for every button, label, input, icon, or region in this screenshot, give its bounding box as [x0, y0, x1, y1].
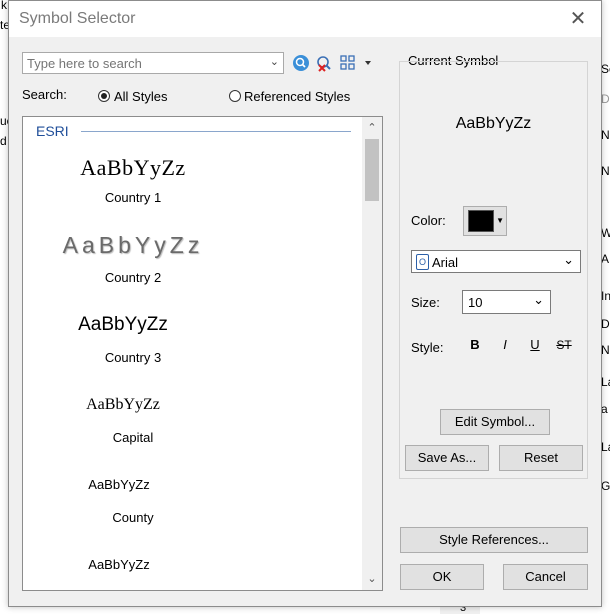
symbol-name: Country 2	[104, 270, 162, 285]
chevron-down-icon: ▼	[496, 216, 504, 225]
symbol-list[interactable]: ESRI AaBbYyZz Country 1 AaBbYyZz Country…	[22, 116, 383, 591]
underline-button[interactable]: U	[523, 333, 547, 357]
style-label: Style:	[411, 340, 444, 355]
view-options-icon[interactable]	[340, 55, 374, 71]
background-text-fragment: La	[601, 375, 610, 389]
referenced-styles-radio[interactable]	[229, 90, 241, 102]
all-styles-radio[interactable]	[98, 90, 110, 102]
clear-search-icon[interactable]	[315, 54, 333, 72]
symbol-name: Country 3	[104, 350, 162, 365]
scrollbar-thumb[interactable]	[365, 139, 379, 201]
color-swatch	[468, 210, 494, 232]
size-label: Size:	[411, 295, 440, 310]
all-styles-label[interactable]: All Styles	[114, 89, 167, 104]
list-item[interactable]: AaBbYyZz County	[23, 467, 363, 537]
background-text-fragment: Di	[601, 92, 610, 106]
edit-symbol-button[interactable]: Edit Symbol...	[440, 409, 550, 435]
background-text-fragment: Sc	[601, 62, 610, 76]
reset-button[interactable]: Reset	[499, 445, 583, 471]
chevron-down-icon[interactable]: ⌄	[270, 55, 279, 68]
color-picker[interactable]: ▼	[463, 206, 507, 236]
ok-button[interactable]: OK	[400, 564, 484, 590]
italic-button[interactable]: I	[493, 333, 517, 357]
list-scrollbar[interactable]: ⌃ ⌄	[362, 117, 382, 590]
symbol-name: Capital	[112, 430, 154, 445]
symbol-selector-dialog: Symbol Selector ✕ ⌄ Search: All	[8, 0, 602, 607]
size-select[interactable]: 10 ⌄	[462, 290, 551, 314]
symbol-preview: AaBbYyZz	[62, 232, 204, 258]
cancel-button[interactable]: Cancel	[503, 564, 588, 590]
style-group-label: ESRI	[36, 123, 69, 139]
background-text-fragment: Ga	[601, 479, 610, 493]
background-text-fragment: a	[601, 402, 608, 416]
background-text-fragment: A	[601, 252, 610, 266]
background-text-fragment: N	[601, 343, 610, 357]
symbol-preview: AaBbYyZz	[78, 314, 168, 335]
chevron-down-icon: ⌄	[533, 292, 544, 307]
background-text-fragment: Nu	[601, 164, 610, 178]
color-label: Color:	[411, 213, 446, 228]
search-label: Search:	[22, 87, 67, 102]
save-as-button[interactable]: Save As...	[405, 445, 489, 471]
symbol-preview: AaBbYyZz	[88, 477, 150, 492]
title-bar: Symbol Selector ✕	[9, 1, 601, 37]
background-text-fragment: Di	[601, 317, 610, 331]
search-combobox[interactable]: ⌄	[22, 52, 284, 74]
background-text-fragment: d	[0, 134, 7, 148]
symbol-name: County	[112, 510, 154, 525]
background-text-fragment: In	[601, 289, 610, 303]
list-item[interactable]: AaBbYyZz Country 3	[23, 307, 363, 377]
background-window-right: Sc Di Nu Nu W A In Di N La a La Ga	[601, 0, 610, 614]
style-references-button[interactable]: Style References...	[400, 527, 588, 553]
symbol-preview: AaBbYyZz	[86, 396, 160, 413]
scroll-up-icon[interactable]: ⌃	[362, 119, 382, 137]
dialog-title: Symbol Selector	[19, 10, 136, 27]
close-icon[interactable]: ✕	[563, 7, 593, 31]
list-item[interactable]: AaBbYyZz Capital	[23, 387, 363, 457]
symbol-preview: AaBbYyZz	[80, 155, 186, 180]
size-value: 10	[468, 295, 483, 310]
list-item[interactable]: AaBbYyZz	[23, 547, 363, 587]
strikethrough-button[interactable]: ST	[552, 333, 576, 357]
background-text-fragment: Nu	[601, 128, 610, 142]
chevron-down-icon: ⌄	[563, 252, 574, 267]
search-icon[interactable]	[292, 54, 310, 72]
background-text-fragment: La	[601, 440, 610, 454]
bold-button[interactable]: B	[463, 333, 487, 357]
background-text-fragment: W	[601, 226, 610, 240]
group-divider	[81, 131, 351, 132]
background-window-left: k te uc d	[0, 0, 13, 614]
font-select[interactable]: O Arial ⌄	[411, 250, 581, 273]
background-text-fragment: k	[1, 0, 7, 12]
list-item[interactable]: AaBbYyZz Country 2	[23, 227, 363, 297]
list-item[interactable]: AaBbYyZz Country 1	[23, 147, 363, 217]
font-type-icon: O	[416, 254, 429, 270]
font-value: Arial	[432, 255, 459, 270]
search-input[interactable]	[23, 53, 262, 73]
scroll-down-icon[interactable]: ⌄	[362, 570, 382, 588]
symbol-preview: AaBbYyZz	[88, 557, 150, 572]
referenced-styles-label[interactable]: Referenced Styles	[244, 89, 350, 104]
current-symbol-preview: AaBbYyZz	[455, 115, 532, 132]
symbol-name: Country 1	[104, 190, 162, 205]
